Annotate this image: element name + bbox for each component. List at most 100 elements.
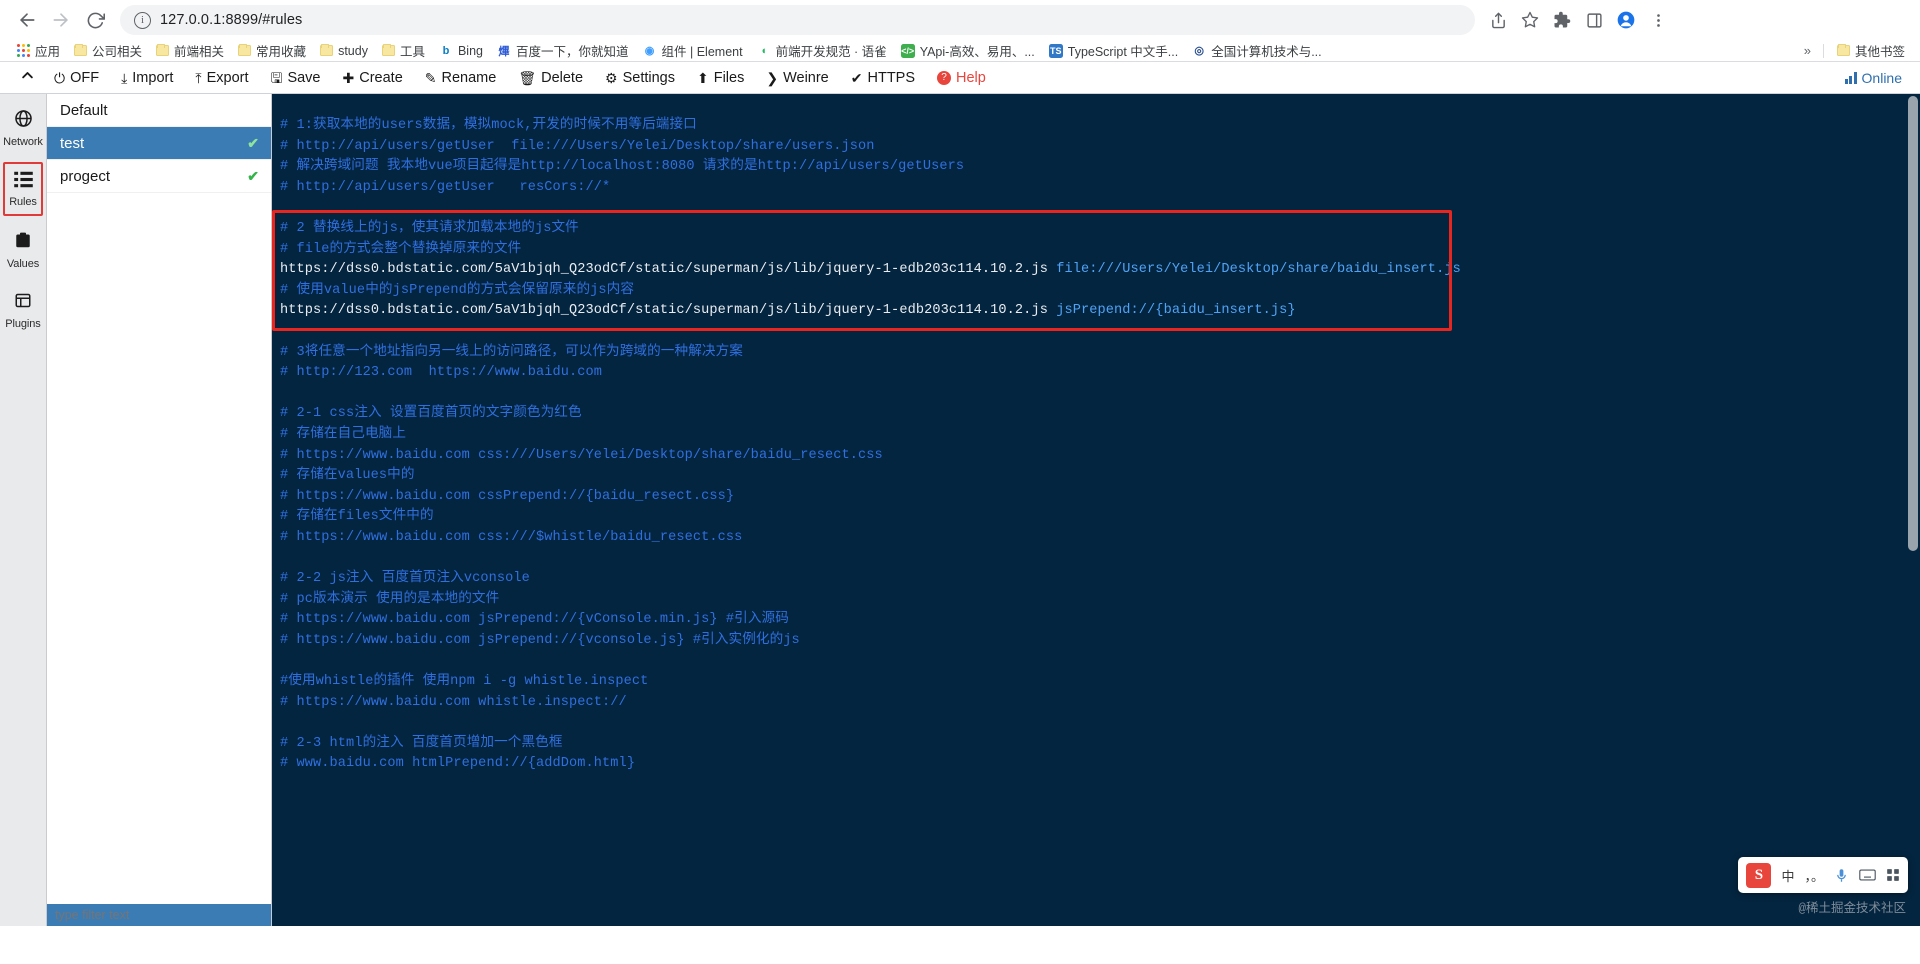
editor-comment-line: # 解决跨域问题 我本地vue项目起得是http://localhost:808… xyxy=(280,159,965,175)
rule-list-item[interactable]: progect ✔ xyxy=(47,160,271,193)
rule-list-item-label: Default xyxy=(60,101,108,119)
other-bookmarks-label: 其他书签 xyxy=(1854,45,1905,59)
address-bar[interactable]: i 127.0.0.1:8899/#rules xyxy=(120,5,1475,35)
rule-enabled-check-icon[interactable]: ✔ xyxy=(247,168,259,185)
share-icon[interactable] xyxy=(1483,5,1513,35)
bookmark-item[interactable]: 公司相关 xyxy=(67,39,149,62)
toolbar-item-label: Export xyxy=(206,69,249,86)
sogou-input-widget[interactable]: S 中 ，。 xyxy=(1738,857,1908,893)
editor-comment-line: # https://www.baidu.com css:///$whistle/… xyxy=(280,529,743,545)
element-favicon: ◉ xyxy=(642,43,657,58)
toolbar-https-button[interactable]: ✔ HTTPS xyxy=(840,64,926,92)
bookmark-item[interactable]: 应用 xyxy=(10,39,67,62)
bookmark-item[interactable]: </> YApi-高效、易用、... xyxy=(894,39,1042,62)
bookmark-item[interactable]: b Bing xyxy=(432,42,490,60)
profile-avatar-icon[interactable] xyxy=(1611,5,1641,35)
toolbar-off-button[interactable]: ⏻ OFF xyxy=(43,64,110,92)
chevron-right-icon: ❯ xyxy=(766,69,779,86)
bookmark-label: 百度一下，你就知道 xyxy=(516,45,629,59)
signal-bars-icon xyxy=(1844,71,1857,84)
editor-comment-line: # 存储在files文件中的 xyxy=(280,509,434,525)
bookmark-label: Bing xyxy=(457,43,483,58)
toolbar-create-button[interactable]: ✚ Create xyxy=(332,64,414,92)
extensions-puzzle-icon[interactable] xyxy=(1547,5,1577,35)
bookmark-item[interactable]: 前端相关 xyxy=(149,39,231,62)
rule-pattern: https://dss0.bdstatic.com/5aV1bjqh_Q23od… xyxy=(280,303,1057,319)
sidebar-item-rules[interactable]: Rules xyxy=(3,162,43,216)
editor-comment-line: # file的方式会整个替换掉原来的文件 xyxy=(280,241,522,257)
reload-button[interactable] xyxy=(78,3,112,37)
editor-comment-line: # https://www.baidu.com cssPrepend://{ba… xyxy=(280,488,735,504)
editor-comment-line: # 1:获取本地的users数据，模拟mock,开发的时候不用等后端接口 xyxy=(280,118,697,133)
other-bookmarks-folder[interactable]: 其他书签 xyxy=(1830,39,1912,62)
ime-punctuation-toggle[interactable]: ，。 xyxy=(1804,866,1824,885)
sidepanel-icon[interactable] xyxy=(1579,5,1609,35)
bookmark-star-icon[interactable] xyxy=(1515,5,1545,35)
ime-language-toggle[interactable]: 中 xyxy=(1781,866,1794,885)
yapi-favicon: </> xyxy=(900,43,915,58)
editor-comment-line: # 2-3 html的注入 百度首页增加一个黑色框 xyxy=(280,735,563,751)
toolbar-settings-button[interactable]: ⚙ Settings xyxy=(594,64,686,92)
toolbar-help-button[interactable]: ? Help xyxy=(926,64,997,92)
list-icon xyxy=(13,171,33,193)
bookmark-item[interactable]: 常用收藏 xyxy=(231,39,313,62)
bookmark-item[interactable]: ◎ 全国计算机技术与... xyxy=(1185,39,1328,62)
bookmark-label: 公司相关 xyxy=(92,45,143,59)
export-icon: ⤒ xyxy=(195,69,202,86)
online-status[interactable]: Online xyxy=(1844,70,1908,86)
editor-comment-line: # http://api/users/getUser resCors://* xyxy=(280,179,611,195)
sidebar-item-network[interactable]: Network xyxy=(3,102,43,154)
rules-filter-input[interactable] xyxy=(47,904,271,926)
left-nav: Network Rules Values Plugins xyxy=(0,94,47,926)
forward-button[interactable] xyxy=(44,3,78,37)
apps-grid-icon[interactable] xyxy=(1886,868,1900,882)
apps-grid-icon xyxy=(17,44,30,57)
toolbar-item-label: Save xyxy=(287,69,321,86)
rule-list-item[interactable]: Default xyxy=(47,94,271,127)
keyboard-icon[interactable] xyxy=(1859,868,1876,882)
site-info-icon[interactable]: i xyxy=(134,11,151,29)
menu-kebab-icon[interactable] xyxy=(1643,5,1673,35)
chevron-up-icon[interactable] xyxy=(12,68,43,87)
back-button[interactable] xyxy=(10,3,44,37)
editor-scrollbar-thumb[interactable] xyxy=(1908,96,1918,551)
rule-enabled-check-icon[interactable]: ✔ xyxy=(247,135,259,152)
editor-code[interactable]: # 1:获取本地的users数据，模拟mock,开发的时候不用等后端接口 # ht… xyxy=(272,94,1920,775)
sidebar-item-values[interactable]: Values xyxy=(3,224,43,276)
save-icon: 🖫 xyxy=(270,69,283,86)
toolbar-save-button[interactable]: 🖫 Save xyxy=(260,64,332,92)
bookmark-item[interactable]: 熚百度一下，你就知道 xyxy=(490,39,636,62)
bookmark-label: 组件 | Element xyxy=(661,45,743,59)
rule-target: jsPrepend://{baidu_insert.js} xyxy=(1056,303,1296,319)
toolbar-export-button[interactable]: ⤒ Export xyxy=(184,64,259,92)
bookmark-item[interactable]: ◉ 组件 | Element xyxy=(636,39,750,62)
bookmark-item[interactable]: TS TypeScript 中文手... xyxy=(1042,39,1185,62)
bookmarks-overflow-chevron[interactable]: » xyxy=(1798,43,1817,58)
rule-list-item[interactable]: test ✔ xyxy=(47,127,271,160)
toolbar-item-label: Create xyxy=(359,69,403,86)
editor-comment-line: # 3将任意一个地址指向另一线上的访问路径，可以作为跨域的一种解决方案 xyxy=(280,344,743,360)
bookmark-item[interactable]: 工具 xyxy=(375,39,432,62)
rule-editor[interactable]: # 1:获取本地的users数据，模拟mock,开发的时候不用等后端接口 # ht… xyxy=(272,94,1920,926)
toolbar-item-label: HTTPS xyxy=(867,69,916,86)
toolbar-delete-button[interactable]: 🗑 Delete xyxy=(507,64,594,92)
bookmark-item[interactable]: ◖ 前端开发规范 · 语雀 xyxy=(750,39,894,62)
toolbar-files-button[interactable]: ⬆ Files xyxy=(686,64,755,92)
microphone-icon[interactable] xyxy=(1834,868,1849,883)
typescript-favicon: TS xyxy=(1048,43,1063,58)
toolbar-weinre-button[interactable]: ❯ Weinre xyxy=(755,64,839,92)
sidebar-item-plugins[interactable]: Plugins xyxy=(3,284,43,336)
folder-icon xyxy=(238,43,252,56)
editor-comment-line: # 2-2 js注入 百度首页注入vconsole xyxy=(280,571,530,587)
upload-circle-icon: ⬆ xyxy=(696,69,709,86)
toolbar-item-label: Settings xyxy=(622,69,675,86)
editor-comment-line: # https://www.baidu.com jsPrepend://{vCo… xyxy=(280,612,789,628)
browser-nav-row: i 127.0.0.1:8899/#rules xyxy=(0,0,1920,40)
bookmark-item[interactable]: study xyxy=(313,42,375,60)
toolbar-rename-button[interactable]: ✎ Rename xyxy=(414,64,508,92)
toolbar-import-button[interactable]: ⤓ Import xyxy=(110,64,184,92)
bookmark-label: 前端相关 xyxy=(174,45,225,59)
editor-scrollbar[interactable] xyxy=(1905,94,1920,926)
editor-blank-line xyxy=(280,548,1920,569)
sidebar-item-label: Rules xyxy=(9,196,37,208)
